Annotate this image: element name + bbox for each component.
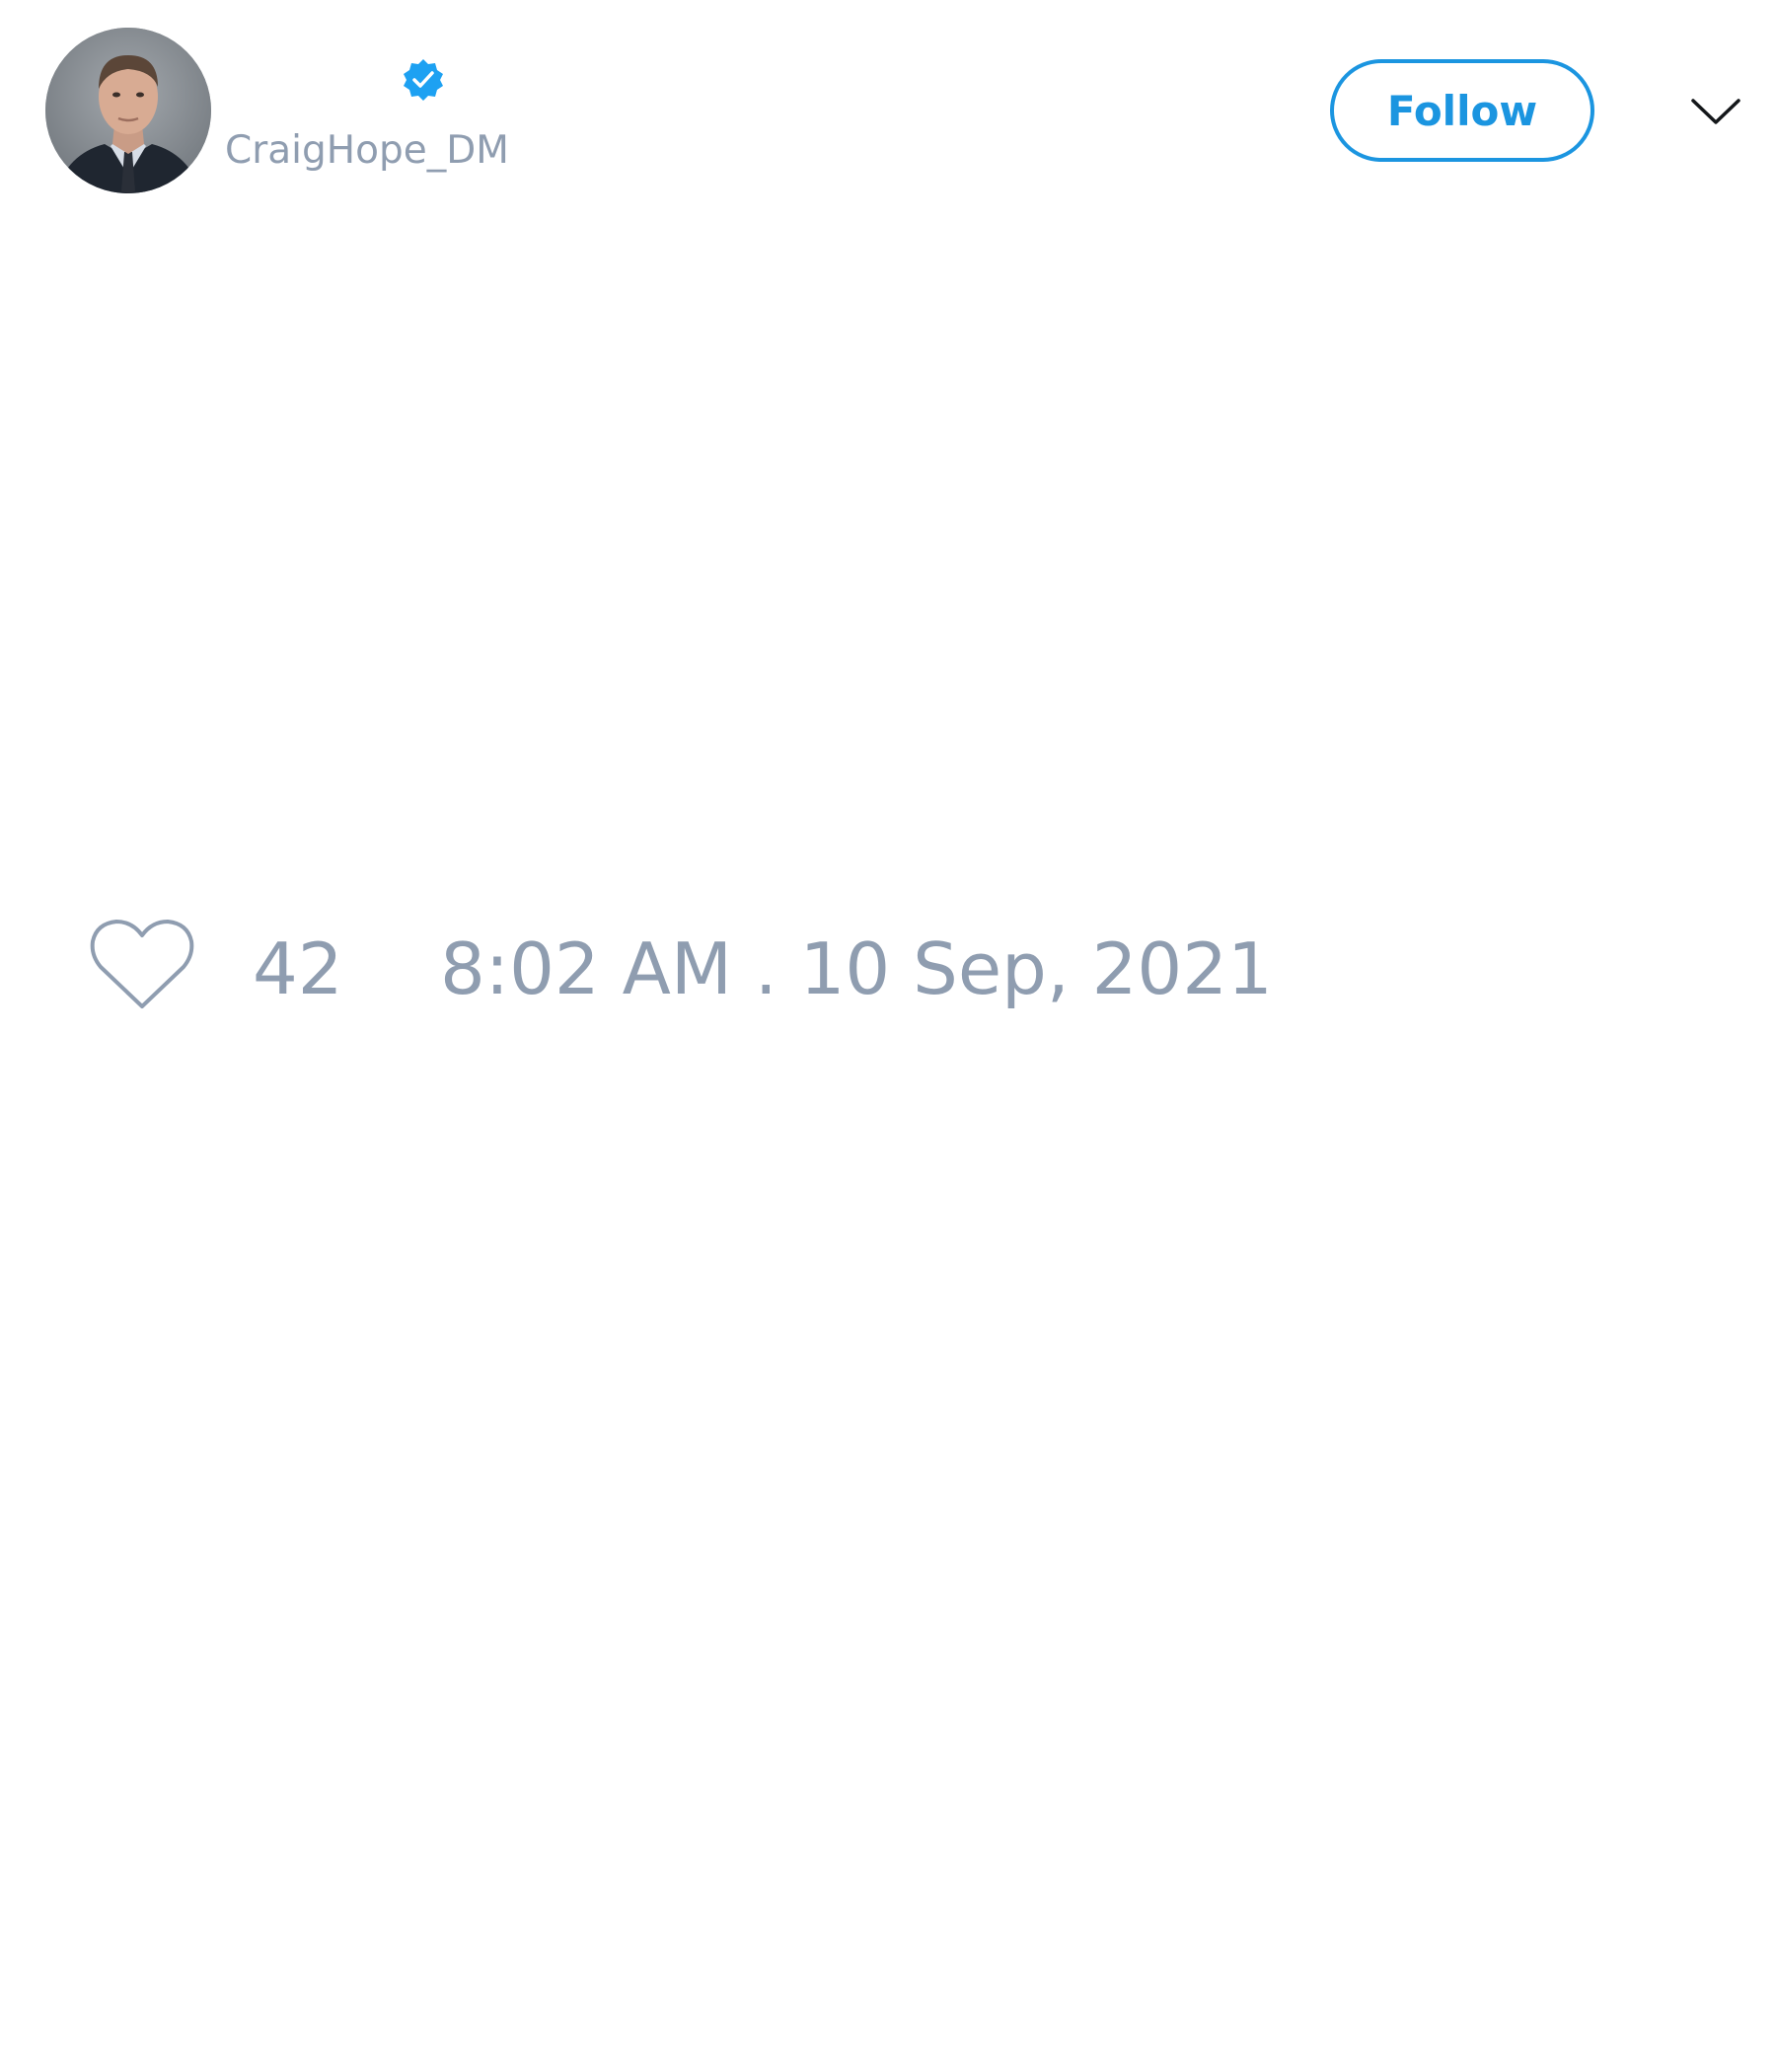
avatar[interactable] xyxy=(45,28,211,193)
author-handle[interactable]: CraigHope_DM xyxy=(225,126,509,176)
like-count: 42 xyxy=(253,927,343,1010)
tweet-timestamp[interactable]: 8:02 AM . 10 Sep, 2021 xyxy=(440,927,1273,1010)
heart-icon[interactable] xyxy=(89,918,195,1012)
chevron-down-icon[interactable] xyxy=(1689,89,1742,134)
avatar-photo xyxy=(45,28,211,193)
tweet-card: CraigHope_DM Follow 42 8:02 AM . 10 Sep,… xyxy=(0,0,1776,2072)
verified-badge-icon xyxy=(401,57,446,103)
follow-button[interactable]: Follow xyxy=(1330,59,1594,162)
